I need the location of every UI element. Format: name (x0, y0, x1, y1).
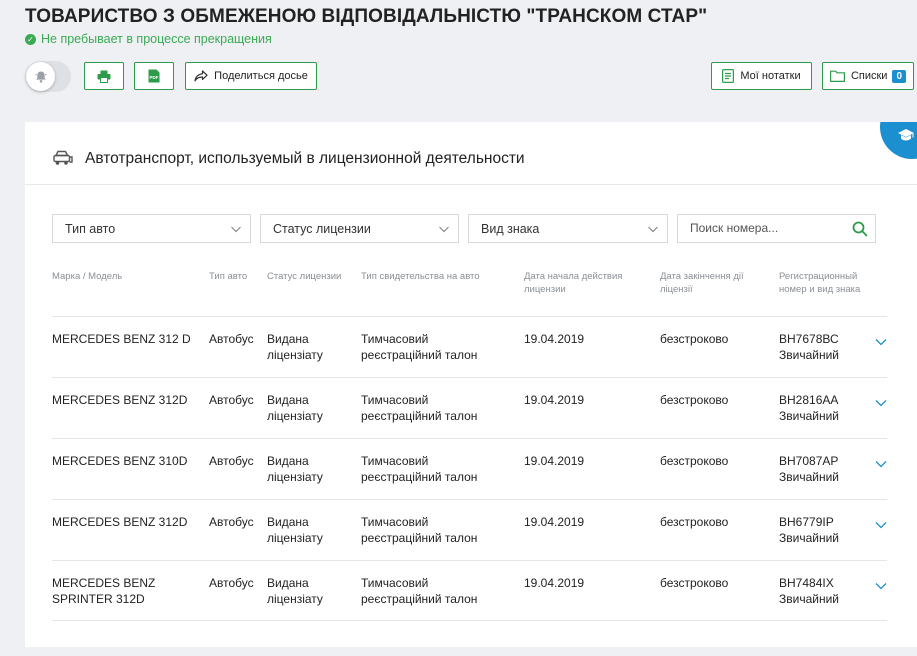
cell-license-status: Видана ліцензіату (267, 393, 323, 423)
chevron-down-icon (648, 226, 658, 233)
table-row[interactable]: MERCEDES BENZ 312D Автобус Видана ліценз… (52, 499, 887, 560)
cell-car-type: Автобус (209, 576, 254, 590)
graduation-cap-icon (898, 129, 914, 141)
bell-icon (26, 62, 55, 91)
cell-car-type: Автобус (209, 332, 254, 346)
pdf-icon: PDF (148, 69, 160, 83)
share-arrow-icon (194, 70, 208, 82)
sign-type-filter-label: Вид знака (481, 221, 540, 236)
pdf-button[interactable]: PDF (134, 62, 174, 90)
column-header-model: Марка / Модель (52, 271, 123, 282)
cell-end-date: безстроково (660, 454, 729, 468)
cell-start-date: 19.04.2019 (524, 393, 585, 407)
company-status-text: Не пребывает в процессе прекращения (41, 32, 272, 46)
share-dossier-label: Поделиться досье (214, 70, 308, 82)
column-header-registration: Регистрационный номер и вид знака (779, 271, 861, 295)
cell-start-date: 19.04.2019 (524, 332, 585, 346)
pdf-icon-label: PDF (150, 75, 159, 80)
plate-search-input[interactable] (690, 221, 840, 235)
cell-car-type: Автобус (209, 515, 254, 529)
cell-license-status: Видана ліцензіату (267, 515, 323, 545)
cell-license-status: Видана ліцензіату (267, 576, 323, 606)
cell-registration: ВН7678ВС Звичайний (779, 332, 839, 362)
cell-model: MERCEDES BENZ 312 D (52, 332, 191, 346)
table-row[interactable]: MERCEDES BENZ 312D Автобус Видана ліценз… (52, 377, 887, 438)
cell-end-date: безстроково (660, 576, 729, 590)
license-status-filter[interactable]: Статус лицензии (260, 214, 459, 243)
vehicles-card: Автотранспорт, используемый в лицензионн… (25, 122, 917, 647)
company-title: ТОВАРИСТВО З ОБМЕЖЕНОЮ ВІДПОВІДАЛЬНІСТЮ … (25, 6, 708, 27)
share-dossier-button[interactable]: Поделиться досье (185, 62, 317, 90)
chevron-down-icon[interactable] (874, 579, 888, 593)
lists-count-badge: 0 (892, 69, 907, 83)
my-notes-label: Мої нотатки (740, 70, 801, 82)
printer-icon (97, 70, 111, 83)
cell-certificate-type: Тимчасовий реєстраційний талон (361, 515, 478, 545)
education-badge[interactable] (880, 122, 917, 159)
cell-registration: ВН7484ІХ Звичайний (779, 576, 839, 606)
car-type-filter[interactable]: Тип авто (52, 214, 251, 243)
cell-certificate-type: Тимчасовий реєстраційний талон (361, 454, 478, 484)
cell-license-status: Видана ліцензіату (267, 332, 323, 362)
cell-car-type: Автобус (209, 454, 254, 468)
chevron-down-icon[interactable] (874, 457, 888, 471)
cell-registration: ВН6779ІР Звичайний (779, 515, 839, 545)
lists-button[interactable]: Списки 0 (822, 62, 914, 90)
car-type-filter-label: Тип авто (65, 221, 116, 236)
search-icon[interactable] (852, 221, 868, 237)
table-row[interactable]: MERCEDES BENZ 310D Автобус Видана ліценз… (52, 438, 887, 499)
cell-end-date: безстроково (660, 515, 729, 529)
cell-license-status: Видана ліцензіату (267, 454, 323, 484)
print-button[interactable] (84, 62, 124, 90)
plate-search[interactable] (677, 214, 876, 243)
chevron-down-icon (231, 226, 241, 233)
my-notes-button[interactable]: Мої нотатки (711, 62, 812, 90)
table-row[interactable]: MERCEDES BENZ 312 D Автобус Видана ліцен… (52, 316, 887, 377)
cell-end-date: безстроково (660, 332, 729, 346)
cell-start-date: 19.04.2019 (524, 515, 585, 529)
cell-registration: ВН7087АР Звичайний (779, 454, 839, 484)
column-header-certificate-type: Тип свидетельства на авто (361, 271, 480, 282)
notification-toggle[interactable] (25, 61, 71, 92)
chevron-down-icon[interactable] (874, 518, 888, 532)
column-header-car-type: Тип авто (209, 271, 248, 282)
section-title: Автотранспорт, используемый в лицензионн… (85, 150, 525, 167)
cars-icon (52, 149, 74, 172)
sign-type-filter[interactable]: Вид знака (468, 214, 668, 243)
cell-start-date: 19.04.2019 (524, 576, 585, 590)
cell-certificate-type: Тимчасовий реєстраційний талон (361, 332, 478, 362)
lists-label: Списки (850, 70, 888, 82)
card-header: Автотранспорт, используемый в лицензионн… (25, 122, 917, 185)
cell-car-type: Автобус (209, 393, 254, 407)
chevron-down-icon[interactable] (874, 335, 888, 349)
column-header-start-date: Дата начала действия лицензии (524, 271, 623, 295)
company-status: ✓ Не пребывает в процессе прекращения (25, 32, 272, 46)
license-status-filter-label: Статус лицензии (273, 221, 371, 236)
check-circle-icon: ✓ (25, 33, 36, 45)
cell-model: MERCEDES BENZ SPRINTER 312D (52, 576, 156, 606)
folder-icon (829, 70, 845, 82)
cell-model: MERCEDES BENZ 312D (52, 393, 188, 407)
cell-model: MERCEDES BENZ 312D (52, 515, 188, 529)
cell-model: MERCEDES BENZ 310D (52, 454, 188, 468)
cell-end-date: безстроково (660, 393, 729, 407)
notes-icon (722, 69, 735, 83)
chevron-down-icon (439, 226, 449, 233)
table-row[interactable]: MERCEDES BENZ SPRINTER 312D Автобус Вида… (52, 560, 887, 621)
chevron-down-icon[interactable] (874, 396, 888, 410)
cell-registration: ВН2816АА Звичайний (779, 393, 839, 423)
cell-certificate-type: Тимчасовий реєстраційний талон (361, 393, 478, 423)
cell-start-date: 19.04.2019 (524, 454, 585, 468)
column-header-end-date: Дата закінчення дії ліцензії (660, 271, 744, 295)
column-header-license-status: Статус лицензии (267, 271, 342, 282)
cell-certificate-type: Тимчасовий реєстраційний талон (361, 576, 478, 606)
